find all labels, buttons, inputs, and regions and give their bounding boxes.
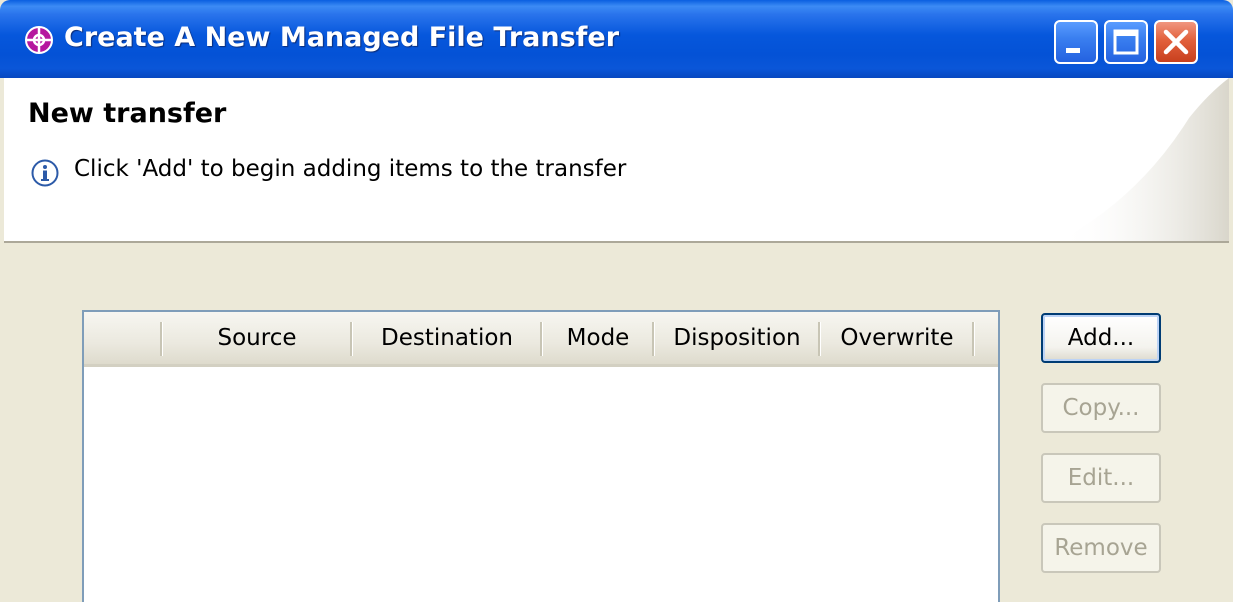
transfer-items-table[interactable]: Source Destination Mode Disposition Over…	[82, 310, 1000, 602]
maximize-icon	[1113, 29, 1139, 55]
purple-crosshair-icon	[25, 26, 53, 54]
copy-button[interactable]: Copy...	[1041, 383, 1161, 433]
close-icon	[1163, 29, 1189, 55]
dialog-window: Create A New Managed File Transfer New t…	[0, 0, 1233, 602]
column-header-source[interactable]: Source	[164, 312, 350, 364]
add-button[interactable]: Add...	[1041, 313, 1161, 363]
column-separator[interactable]	[350, 322, 353, 356]
column-separator[interactable]	[652, 322, 655, 356]
column-separator[interactable]	[972, 322, 975, 356]
title-bar[interactable]: Create A New Managed File Transfer	[0, 0, 1233, 78]
page-title: New transfer	[28, 98, 227, 129]
minimize-icon	[1066, 48, 1080, 53]
column-separator[interactable]	[818, 322, 821, 356]
info-icon	[31, 159, 59, 187]
column-header-overwrite[interactable]: Overwrite	[822, 312, 972, 364]
remove-button[interactable]: Remove	[1041, 523, 1161, 573]
window-title: Create A New Managed File Transfer	[64, 22, 620, 53]
column-separator[interactable]	[540, 322, 543, 356]
column-header-destination[interactable]: Destination	[354, 312, 540, 364]
info-message: Click 'Add' to begin adding items to the…	[74, 156, 627, 182]
minimize-button[interactable]	[1054, 20, 1098, 64]
close-button[interactable]	[1154, 20, 1198, 64]
wizard-banner: New transfer Click 'Add' to begin adding…	[4, 78, 1229, 241]
table-header: Source Destination Mode Disposition Over…	[84, 312, 998, 367]
column-header-disposition[interactable]: Disposition	[656, 312, 818, 364]
column-separator[interactable]	[160, 322, 163, 356]
maximize-button[interactable]	[1104, 20, 1148, 64]
content-area: Source Destination Mode Disposition Over…	[4, 243, 1229, 602]
column-header-mode[interactable]: Mode	[544, 312, 652, 364]
edit-button[interactable]: Edit...	[1041, 453, 1161, 503]
banner-decoration	[1059, 78, 1229, 241]
